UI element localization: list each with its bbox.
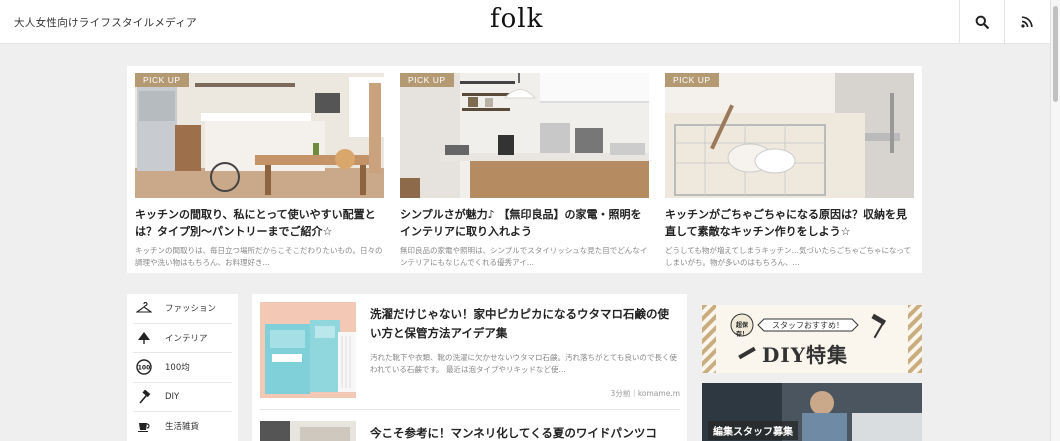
- sidebar-item-diy[interactable]: DIY: [133, 383, 232, 412]
- pickup-image-kitchen-layout[interactable]: PICK UP: [135, 73, 384, 198]
- lamp-icon: [135, 329, 153, 347]
- sidebar-item-label: 100均: [165, 363, 190, 374]
- pickup-card[interactable]: PICK UP キッチンの間取り、私にとって使いやすい配置とは？タイプ別〜パント…: [135, 73, 384, 269]
- pickup-section: PICK UP キッチンの間取り、私にとって使いやすい配置とは？タイプ別〜パント…: [127, 66, 922, 273]
- pickup-image-kitchen-storage[interactable]: PICK UP: [665, 73, 914, 198]
- article-title[interactable]: 洗濯だけじゃない！家中ピカピカになるウタマロ石鹸の使い方と保管方法アイデア集: [370, 305, 680, 343]
- rss-button[interactable]: [1004, 0, 1049, 44]
- diy-stamp: 超保存！: [735, 322, 748, 338]
- divider: [260, 409, 680, 410]
- pickup-image-muji-appliances[interactable]: PICK UP: [400, 73, 649, 198]
- site-header: 大人女性向けライフスタイルメディア folk: [0, 0, 1050, 44]
- article-thumbnail[interactable]: [260, 302, 356, 398]
- pickup-badge: PICK UP: [135, 73, 189, 87]
- sidebar-item-100yen[interactable]: 100 100均: [133, 353, 232, 383]
- search-button[interactable]: [959, 0, 1004, 44]
- pickup-card[interactable]: PICK UP キッチンがごちゃごちゃになる原因は？収納を見直して素敵なキッチン…: [665, 73, 914, 269]
- article-thumbnail[interactable]: [260, 421, 356, 441]
- diy-subtitle: スタッフおすすめ！: [772, 321, 844, 330]
- staff-recruit-label: 編集スタッフ募集: [708, 421, 798, 440]
- list-item[interactable]: 今こそ参考に！マンネリ化してくる夏のワイドパンツコ: [260, 421, 680, 441]
- sidebar-item-interior[interactable]: インテリア: [133, 324, 232, 353]
- cup-icon: [135, 417, 153, 435]
- rss-icon: [1021, 16, 1033, 28]
- hanger-icon: [135, 299, 153, 317]
- article-meta: 3分前｜komame.m: [610, 389, 680, 398]
- sidebar-item-label: DIY: [165, 391, 180, 402]
- pickup-card[interactable]: PICK UP シンプルさが魅力♪ 【無印良品】の家電・照明をインテリアに取り入…: [400, 73, 649, 269]
- hammer-icon: [135, 388, 153, 406]
- sidebar-item-fashion[interactable]: ファッション: [133, 294, 232, 324]
- pickup-title[interactable]: キッチンがごちゃごちゃになる原因は？収納を見直して素敵なキッチン作りをしよう☆: [665, 206, 914, 240]
- pickup-title[interactable]: シンプルさが魅力♪ 【無印良品】の家電・照明をインテリアに取り入れよう: [400, 206, 649, 240]
- list-item[interactable]: 洗濯だけじゃない！家中ピカピカになるウタマロ石鹸の使い方と保管方法アイデア集 汚…: [260, 302, 680, 407]
- pickup-badge: PICK UP: [665, 73, 719, 87]
- page-scrollbar[interactable]: [1050, 0, 1060, 441]
- scrollbar-thumb[interactable]: [1053, 6, 1058, 102]
- diy-title: DIY特集: [762, 343, 848, 367]
- search-icon: [975, 15, 989, 29]
- site-logo[interactable]: folk: [490, 4, 543, 34]
- pickup-excerpt: キッチンの間取りは、毎日立つ場所だからこそこだわりたいもの。日々の調理や洗い物は…: [135, 246, 383, 267]
- article-excerpt: 汚れた靴下や衣類、靴の洗濯に欠かせないウタマロ石鹸。汚れ落ちがとても良いので長く…: [370, 353, 677, 374]
- sidebar-item-label: ファッション: [165, 304, 217, 315]
- sidebar-item-goods[interactable]: 生活雑貨: [133, 412, 232, 441]
- 100-yen-icon: 100: [135, 358, 153, 376]
- staff-recruit-banner[interactable]: 編集スタッフ募集: [702, 383, 922, 441]
- svg-text:100: 100: [138, 365, 151, 372]
- pickup-excerpt: 無印良品の家電や照明は、シンプルでスタイリッシュな見た目でどんなインテリアにもな…: [400, 246, 648, 267]
- pickup-title[interactable]: キッチンの間取り、私にとって使いやすい配置とは？タイプ別〜パントリーまでご紹介☆: [135, 206, 384, 240]
- pickup-excerpt: どうしても物が増えてしまうキッチン…気づいたらごちゃごちゃになってしまいがち。物…: [665, 246, 912, 267]
- pickup-badge: PICK UP: [400, 73, 454, 87]
- article-list: 洗濯だけじゃない！家中ピカピカになるウタマロ石鹸の使い方と保管方法アイデア集 汚…: [252, 294, 687, 441]
- article-title[interactable]: 今こそ参考に！マンネリ化してくる夏のワイドパンツコ: [370, 424, 680, 441]
- sidebar-item-label: 生活雑貨: [165, 422, 200, 433]
- site-tagline: 大人女性向けライフスタイルメディア: [14, 17, 197, 29]
- category-sidebar: ファッション インテリア 100 100均 DIY 生活雑貨: [127, 294, 238, 441]
- diy-feature-banner[interactable]: 超保存！ スタッフおすすめ！ DIY特集: [702, 305, 922, 373]
- sidebar-item-label: インテリア: [165, 333, 208, 344]
